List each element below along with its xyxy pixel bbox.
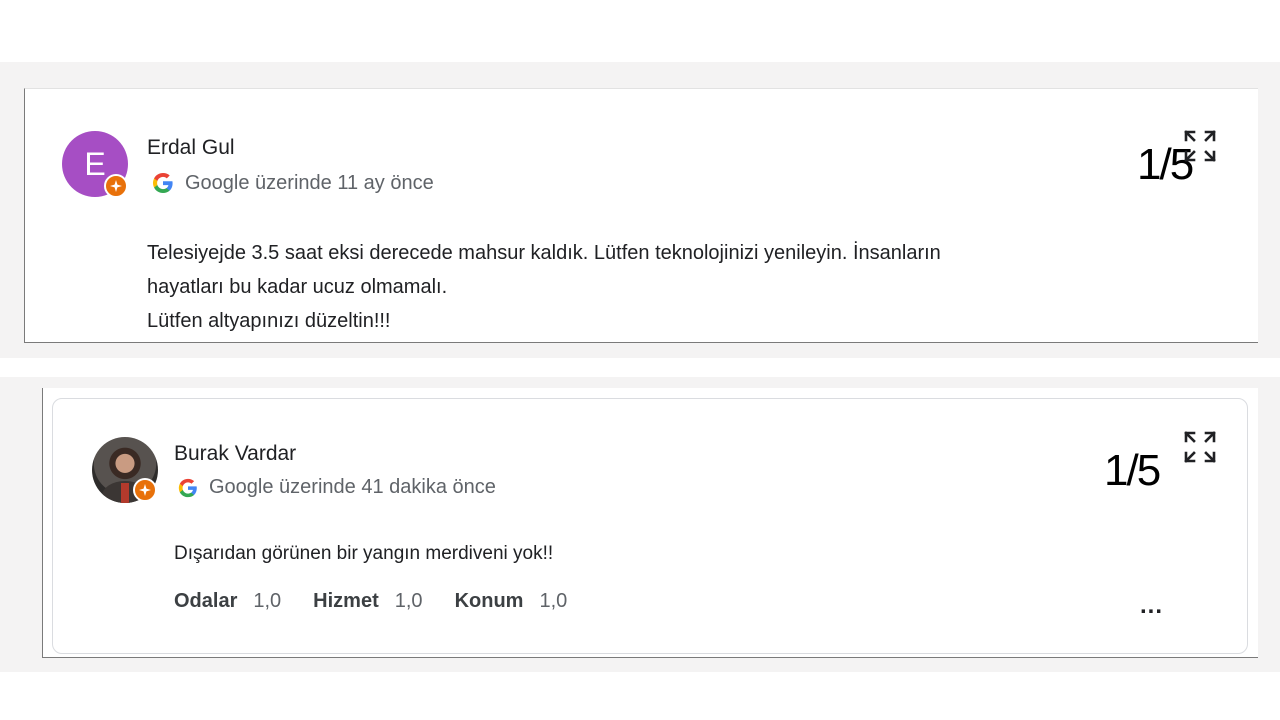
review-text-line-2: hayatları bu kadar ucuz olmamalı.: [147, 276, 448, 298]
aspect-value: 1,0: [539, 590, 568, 612]
rating-fraction: 1/5: [1104, 446, 1161, 495]
more-options-button[interactable]: ...: [1140, 594, 1163, 618]
google-g-icon: [153, 173, 173, 193]
avatar-letter: E: [84, 145, 106, 182]
more-horizontal-icon: ...: [1140, 592, 1164, 619]
reviewer-name[interactable]: Erdal Gul: [147, 136, 235, 160]
review-source: Google üzerinde 41 dakika önce: [177, 476, 496, 499]
google-g-icon: [178, 478, 197, 497]
aspect-label: Konum: [454, 590, 524, 612]
review-text-line-3: Lütfen altyapınızı düzeltin!!!: [147, 310, 391, 332]
aspect-ratings: Odalar 1,0 Hizmet 1,0 Konum 1,0: [174, 590, 599, 613]
local-guide-badge-icon: [104, 174, 128, 198]
aspect-value: 1,0: [253, 590, 282, 612]
reviewer-name[interactable]: Burak Vardar: [174, 442, 296, 466]
aspect-label: Odalar: [174, 590, 238, 612]
expand-icon[interactable]: [1183, 129, 1217, 163]
review-source: Google üzerinde 11 ay önce: [151, 171, 434, 195]
expand-icon[interactable]: [1183, 430, 1217, 464]
review-card-2: [52, 398, 1248, 654]
review-source-text: Google üzerinde 11 ay önce: [185, 171, 434, 194]
review-text: Dışarıdan görünen bir yangın merdiveni y…: [174, 543, 554, 564]
review-text-line-1: Telesiyejde 3.5 saat eksi derecede mahsu…: [147, 242, 941, 264]
local-guide-badge-icon: [133, 478, 157, 502]
aspect-label: Hizmet: [313, 590, 379, 612]
review-text: Telesiyejde 3.5 saat eksi derecede mahsu…: [147, 236, 941, 338]
aspect-value: 1,0: [394, 590, 423, 612]
review-source-text: Google üzerinde 41 dakika önce: [209, 476, 496, 498]
